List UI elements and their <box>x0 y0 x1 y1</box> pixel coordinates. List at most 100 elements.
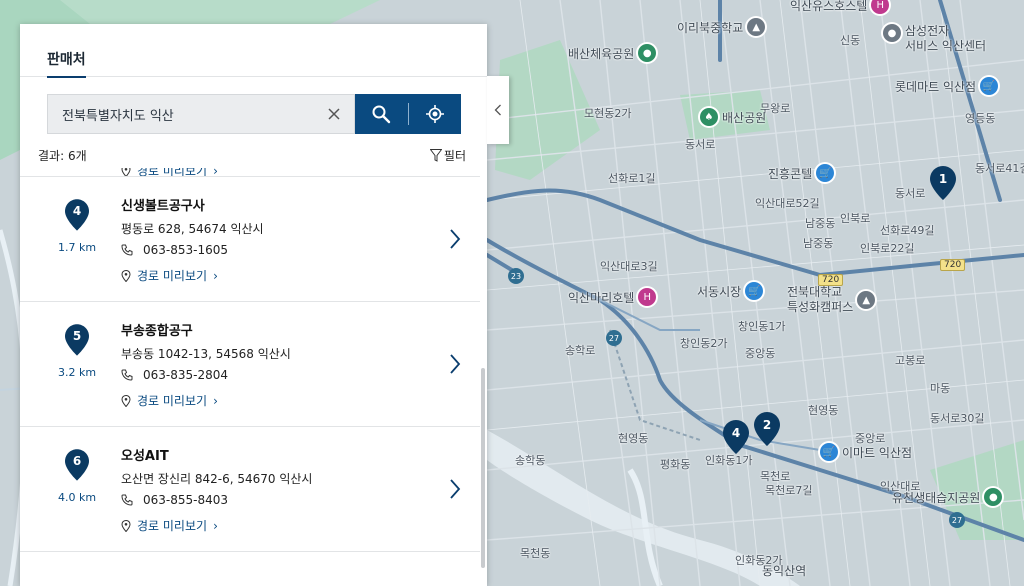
map-street-label: 목천동 <box>520 547 551 560</box>
tab-dealers[interactable]: 판매처 <box>47 49 86 78</box>
map-street-label: 남중동 <box>803 237 834 250</box>
map-street-label: 중앙동 <box>745 347 776 360</box>
poi-hotel[interactable]: 익산유스호스텔 H <box>790 0 890 14</box>
poi-market[interactable]: 서동시장 🛒 <box>697 282 764 300</box>
close-icon <box>328 108 340 120</box>
poi-label: 롯데마트 익산점 <box>895 79 977 94</box>
filter-button[interactable]: 필터 <box>429 147 466 164</box>
filter-label: 필터 <box>443 148 466 163</box>
chevron-right-icon: › <box>213 518 218 533</box>
poi-park[interactable]: 유천생태습지공원 ● <box>892 488 1003 506</box>
poi-label: 배산공원 <box>722 110 767 125</box>
map-street-label: 마동 <box>930 382 951 395</box>
map-street-label: 평화동 <box>660 458 691 471</box>
poi-label: 이리북중학교 <box>677 20 744 35</box>
map-street-label: 신동 <box>840 34 861 47</box>
dealer-number: 5 <box>72 329 82 343</box>
dealer-list-item[interactable]: 6 4.0 km 오성AIT 오산면 장신리 842-6, 54670 익산시 … <box>20 427 480 552</box>
map-street-label: 창인동1가 <box>738 320 786 333</box>
dealer-phone[interactable]: 063-853-1605 <box>121 243 228 257</box>
park-icon: ● <box>638 44 657 62</box>
dealer-panel: 판매처 결과: 6개 필터 경로 미리보기 › <box>20 24 487 586</box>
list-scrollbar[interactable] <box>481 368 485 568</box>
phone-icon <box>121 494 133 506</box>
poi-shop[interactable]: 🛒 이마트 익산점 <box>820 443 912 461</box>
locate-me-button[interactable] <box>409 94 462 134</box>
open-details-button[interactable] <box>445 477 465 501</box>
map-street-label: 익산대로52길 <box>755 197 820 210</box>
poi-park[interactable]: 배산체육공원 ● <box>568 44 657 62</box>
search-input[interactable] <box>60 105 324 123</box>
route-preview-link[interactable]: 경로 미리보기 › <box>121 392 218 409</box>
chevron-left-icon <box>494 104 501 116</box>
poi-label: 이마트 익산점 <box>842 445 913 460</box>
route-preview-link[interactable]: 경로 미리보기 › <box>121 267 218 284</box>
school-icon: ▲ <box>857 291 876 309</box>
crosshair-icon <box>425 105 444 123</box>
collapse-panel-button[interactable] <box>487 76 509 144</box>
school-icon: ▲ <box>747 18 766 36</box>
poi-label: 익산마리호텔 <box>568 290 635 305</box>
result-summary: 결과: 6개 필터 <box>38 146 466 164</box>
poi-station[interactable]: 동익산역 <box>762 562 806 579</box>
service-icon: ● <box>883 24 901 42</box>
search-actions <box>355 94 461 134</box>
map-street-label: 창인동2가 <box>680 337 728 350</box>
map-street-label: 남중동 <box>805 217 836 230</box>
chevron-right-icon <box>450 229 461 249</box>
map-marker[interactable]: 1 <box>930 166 956 200</box>
phone-icon <box>121 244 133 256</box>
dealer-address: 평동로 628, 54674 익산시 <box>121 222 264 236</box>
clear-search-button[interactable] <box>324 104 344 124</box>
dealer-phone[interactable]: 063-835-2804 <box>121 368 228 382</box>
map-marker[interactable]: 4 <box>723 420 749 454</box>
search-box <box>47 94 355 134</box>
poi-label: 전북대학교 특성화캠퍼스 <box>787 285 854 314</box>
hotel-icon: H <box>638 288 657 306</box>
filter-icon <box>429 148 442 162</box>
poi-shop[interactable]: 진흥콘텔 🛒 <box>768 164 835 182</box>
route-number-badge: 27 <box>949 512 965 528</box>
map-street-label: 인화동1가 <box>705 454 753 467</box>
open-details-button[interactable] <box>445 227 465 251</box>
dealer-distance: 4.0 km <box>57 491 97 504</box>
route-preview-link[interactable]: 경로 미리보기 › <box>121 517 218 534</box>
map-street-label: 현영동 <box>618 432 649 445</box>
marker-number: 2 <box>762 418 772 432</box>
location-pin-icon <box>121 519 131 532</box>
map-street-label: 영등동 <box>965 112 996 125</box>
open-details-button[interactable] <box>445 352 465 376</box>
tree-icon: ♠ <box>700 108 718 126</box>
poi-service-center[interactable]: ● 삼성전자 서비스 익산센터 <box>883 24 986 54</box>
poi-university[interactable]: 전북대학교 특성화캠퍼스 ▲ <box>787 285 876 315</box>
map-street-label: 목천로7길 <box>765 484 813 497</box>
phone-number: 063-835-2804 <box>143 368 229 382</box>
location-pin-icon <box>121 394 131 407</box>
dealer-name: 신생볼트공구사 <box>121 199 205 214</box>
poi-label: 삼성전자 서비스 익산센터 <box>905 24 987 53</box>
dealer-list-item[interactable]: 5 3.2 km 부송종합공구 부송동 1042-13, 54568 익산시 0… <box>20 302 480 427</box>
dealer-list-item[interactable]: 4 1.7 km 신생볼트공구사 평동로 628, 54674 익산시 063-… <box>20 177 480 302</box>
poi-hotel[interactable]: 익산마리호텔 H <box>568 288 657 306</box>
dealer-distance: 3.2 km <box>57 366 97 379</box>
map-street-label: 동서로30길 <box>930 412 985 425</box>
route-number-badge: 27 <box>606 330 622 346</box>
map-marker[interactable]: 2 <box>754 412 780 446</box>
poi-shop[interactable]: 롯데마트 익산점 🛒 <box>895 77 999 95</box>
phone-number: 063-853-1605 <box>143 243 229 257</box>
road-number-badge: 720 <box>940 259 966 271</box>
dealer-name: 부송종합공구 <box>121 324 193 339</box>
dealer-pin: 5 <box>65 324 89 356</box>
hotel-icon: H <box>871 0 890 14</box>
map-street-label: 송학동 <box>515 454 546 467</box>
dealer-list[interactable]: 경로 미리보기 › 4 1.7 km 신생볼트공구사 평동로 628, 5467… <box>20 168 487 586</box>
dealer-phone[interactable]: 063-855-8403 <box>121 493 228 507</box>
poi-school[interactable]: 이리북중학교 ▲ <box>677 18 766 36</box>
search-button[interactable] <box>355 94 408 134</box>
map-street-label: 송학로 <box>565 344 596 357</box>
map-street-label: 선화로49길 <box>880 224 935 237</box>
poi-park[interactable]: ♠ 배산공원 <box>700 108 766 126</box>
poi-label: 서동시장 <box>697 284 742 299</box>
map-street-label: 동서로 <box>895 187 926 200</box>
map-street-label: 동서로41길 <box>975 162 1024 175</box>
